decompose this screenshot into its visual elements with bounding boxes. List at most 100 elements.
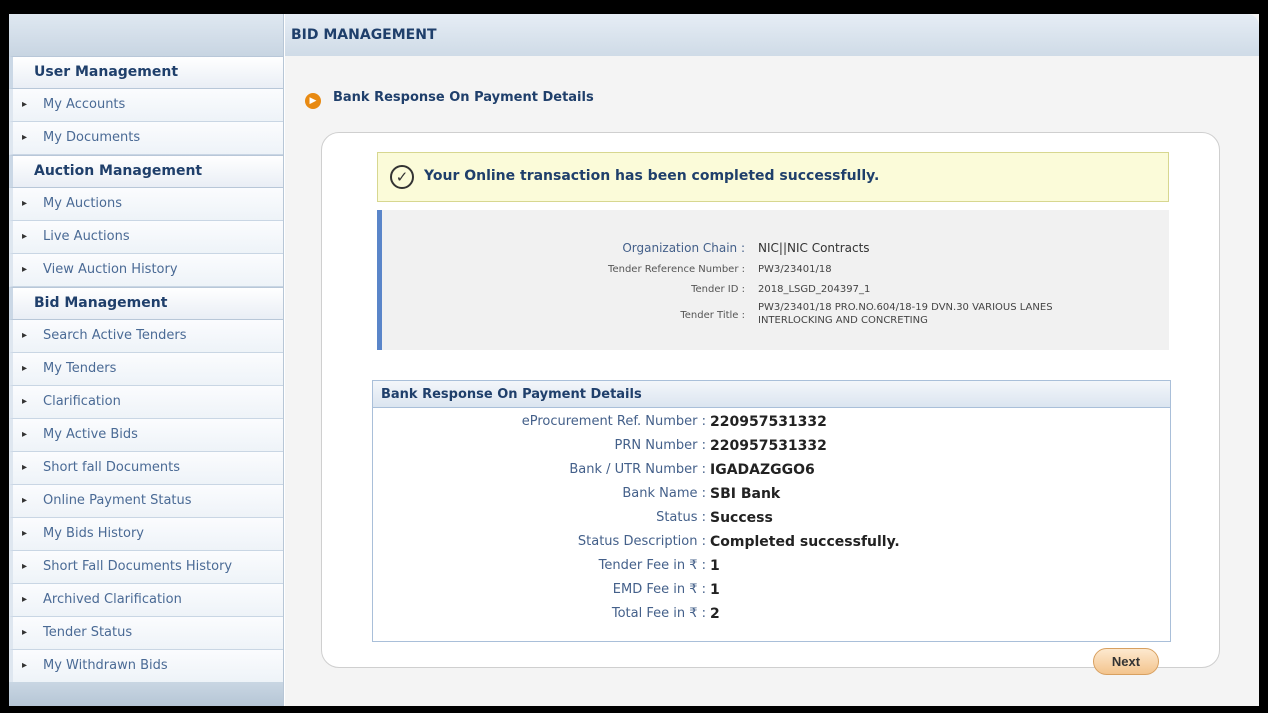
payment-value: 2: [710, 606, 720, 622]
sidebar-item-my-documents[interactable]: ▸ My Documents: [9, 122, 283, 155]
sidebar-item-short-fall-documents[interactable]: ▸ Short fall Documents: [9, 452, 283, 485]
section-bid-management: Bid Management: [9, 287, 283, 320]
sidebar-item-label: Clarification: [43, 394, 121, 409]
sidebar-footer: [9, 682, 283, 706]
tender-title-line1: PW3/23401/18 PRO.NO.604/18-19 DVN.30 VAR…: [758, 302, 1053, 313]
payment-label: PRN Number :: [614, 438, 706, 453]
sidebar-item-label: My Accounts: [43, 97, 126, 112]
sidebar-item-my-accounts[interactable]: ▸ My Accounts: [9, 89, 283, 122]
sidebar-item-tender-status[interactable]: ▸ Tender Status: [9, 617, 283, 650]
sidebar-item-clarification[interactable]: ▸ Clarification: [9, 386, 283, 419]
bullet-icon: ▸: [22, 462, 28, 473]
sidebar-item-my-auctions[interactable]: ▸ My Auctions: [9, 188, 283, 221]
sidebar-item-my-tenders[interactable]: ▸ My Tenders: [9, 353, 283, 386]
payment-row: Bank Name : SBI Bank: [373, 486, 1170, 510]
arrow-right-icon: ▶: [305, 93, 321, 109]
browser-frame: User Management ▸ My Accounts ▸ My Documen…: [9, 14, 1259, 706]
bullet-icon: ▸: [22, 396, 28, 407]
payment-label: Tender Fee in ₹ :: [598, 558, 706, 573]
sidebar-item-my-bids-history[interactable]: ▸ My Bids History: [9, 518, 283, 551]
sidebar-item-label: My Active Bids: [43, 427, 138, 442]
payment-value: 1: [710, 558, 720, 574]
bullet-icon: ▸: [22, 363, 28, 374]
main-header: BID MANAGEMENT: [285, 14, 1259, 56]
sidebar-item-label: Online Payment Status: [43, 493, 192, 508]
payment-label: Status Description :: [577, 534, 706, 549]
payment-row: eProcurement Ref. Number : 220957531332: [373, 414, 1170, 438]
main-content: BID MANAGEMENT ▶ Bank Response On Payment…: [285, 14, 1259, 706]
payment-row: Bank / UTR Number : IGADAZGGO6: [373, 462, 1170, 486]
sidebar-item-label: Tender Status: [43, 625, 133, 640]
payment-label: Bank Name :: [622, 486, 706, 501]
section-user-management: User Management: [9, 56, 283, 89]
payment-row: Tender Fee in ₹ : 1: [373, 558, 1170, 582]
bullet-icon: ▸: [22, 330, 28, 341]
payment-row: Total Fee in ₹ : 2: [373, 606, 1170, 630]
bullet-icon: ▸: [22, 231, 28, 242]
sidebar-item-short-fall-documents-history[interactable]: ▸ Short Fall Documents History: [9, 551, 283, 584]
bullet-icon: ▸: [22, 528, 28, 539]
tender-ref-label: Tender Reference Number :: [608, 264, 745, 275]
bullet-icon: ▸: [22, 594, 28, 605]
check-icon: ✓: [390, 165, 414, 189]
tender-details-box: Organization Chain : NIC||NIC Contracts …: [377, 210, 1169, 350]
sidebar-item-label: My Withdrawn Bids: [43, 658, 168, 673]
payment-value: 1: [710, 582, 720, 598]
payment-row: Status : Success: [373, 510, 1170, 534]
payment-label: Total Fee in ₹ :: [611, 606, 706, 621]
page-heading-text: Bank Response On Payment Details: [333, 90, 594, 105]
bullet-icon: ▸: [22, 264, 28, 275]
org-chain-value: NIC||NIC Contracts: [758, 241, 870, 255]
payment-value: SBI Bank: [710, 486, 781, 502]
tender-title-label: Tender Title :: [680, 310, 745, 321]
success-message: Your Online transaction has been complet…: [424, 168, 880, 184]
tender-title-line2: INTERLOCKING AND CONCRETING: [758, 315, 928, 326]
payment-label: eProcurement Ref. Number :: [521, 414, 706, 429]
page-heading: ▶ Bank Response On Payment Details: [305, 90, 594, 109]
sidebar-item-label: My Auctions: [43, 196, 122, 211]
bullet-icon: ▸: [22, 660, 28, 671]
bullet-icon: ▸: [22, 99, 28, 110]
payment-details-box: Bank Response On Payment Details eProcur…: [372, 380, 1171, 642]
payment-value: IGADAZGGO6: [710, 462, 815, 478]
sidebar-item-view-auction-history[interactable]: ▸ View Auction History: [9, 254, 283, 287]
sidebar-item-label: Short Fall Documents History: [43, 559, 233, 574]
sidebar-item-my-active-bids[interactable]: ▸ My Active Bids: [9, 419, 283, 452]
payment-value: 220957531332: [710, 414, 827, 430]
sidebar-item-label: My Documents: [43, 130, 141, 145]
org-chain-label: Organization Chain :: [622, 241, 745, 255]
section-auction-management: Auction Management: [9, 155, 283, 188]
payment-value: 220957531332: [710, 438, 827, 454]
payment-row: EMD Fee in ₹ : 1: [373, 582, 1170, 606]
payment-value: Success: [710, 510, 773, 526]
sidebar-item-label: View Auction History: [43, 262, 178, 277]
payment-label: EMD Fee in ₹ :: [612, 582, 706, 597]
sidebar-item-archived-clarification[interactable]: ▸ Archived Clarification: [9, 584, 283, 617]
bullet-icon: ▸: [22, 132, 28, 143]
bullet-icon: ▸: [22, 429, 28, 440]
sidebar-item-label: Live Auctions: [43, 229, 130, 244]
next-button[interactable]: Next: [1093, 648, 1159, 675]
sidebar-item-label: My Bids History: [43, 526, 144, 541]
success-message-box: ✓ Your Online transaction has been compl…: [377, 152, 1169, 202]
payment-value: Completed successfully.: [710, 534, 900, 550]
sidebar-item-label: Short fall Documents: [43, 460, 181, 475]
sidebar-item-label: Search Active Tenders: [43, 328, 187, 343]
sidebar: User Management ▸ My Accounts ▸ My Documen…: [9, 14, 284, 706]
payment-label: Status :: [656, 510, 706, 525]
bullet-icon: ▸: [22, 495, 28, 506]
payment-row: Status Description : Completed successful…: [373, 534, 1170, 558]
payment-label: Bank / UTR Number :: [569, 462, 706, 477]
sidebar-item-live-auctions[interactable]: ▸ Live Auctions: [9, 221, 283, 254]
tender-ref-value: PW3/23401/18: [758, 264, 832, 275]
sidebar-item-online-payment-status[interactable]: ▸ Online Payment Status: [9, 485, 283, 518]
tender-id-label: Tender ID :: [691, 284, 745, 295]
sidebar-item-my-withdrawn-bids[interactable]: ▸ My Withdrawn Bids: [9, 650, 283, 683]
sidebar-item-search-active-tenders[interactable]: ▸ Search Active Tenders: [9, 320, 283, 353]
tender-id-value: 2018_LSGD_204397_1: [758, 284, 871, 295]
sidebar-item-label: My Tenders: [43, 361, 117, 376]
bullet-icon: ▸: [22, 561, 28, 572]
payment-row: PRN Number : 220957531332: [373, 438, 1170, 462]
bullet-icon: ▸: [22, 627, 28, 638]
bullet-icon: ▸: [22, 198, 28, 209]
